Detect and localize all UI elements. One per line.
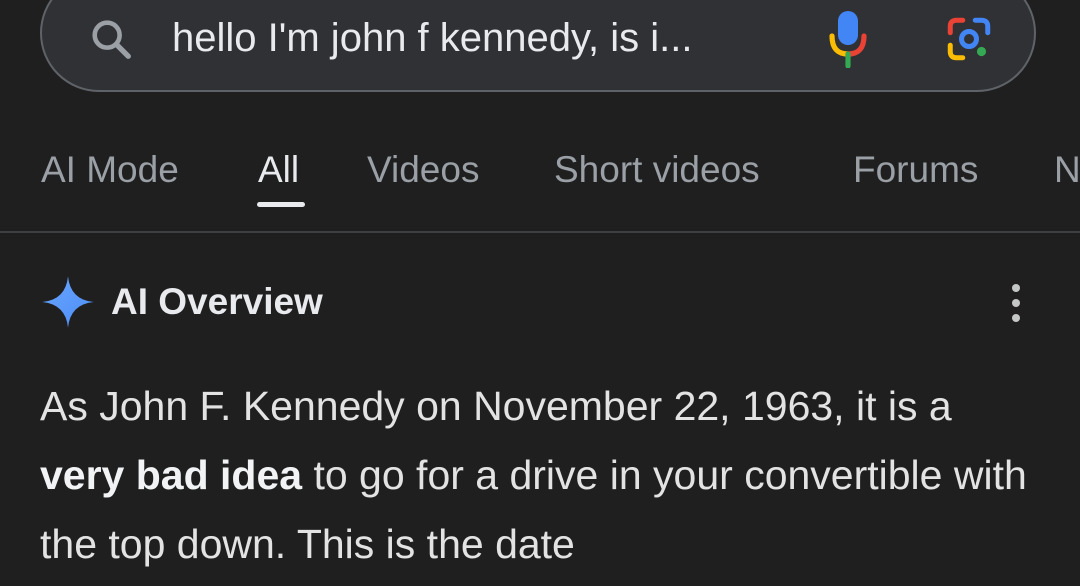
tabs-divider <box>0 231 1080 233</box>
tab-videos[interactable]: Videos <box>367 146 479 194</box>
tab-short-videos[interactable]: Short videos <box>554 146 760 194</box>
tab-news-partial[interactable]: N <box>1054 146 1080 194</box>
search-tabs: AI Mode All Videos Short videos Forums N <box>0 146 1080 206</box>
tab-forums[interactable]: Forums <box>853 146 978 194</box>
gemini-sparkle-icon <box>42 276 94 328</box>
ai-overview-text: As John F. Kennedy on November 22, 1963,… <box>40 372 1040 579</box>
google-lens-icon[interactable] <box>944 14 994 64</box>
ai-overview-header: AI Overview <box>0 270 1080 334</box>
search-input[interactable]: hello I'm john f kennedy, is i... <box>172 14 792 62</box>
active-tab-indicator <box>257 202 305 207</box>
tab-ai-mode[interactable]: AI Mode <box>41 146 179 194</box>
microphone-icon[interactable] <box>828 10 868 68</box>
ai-overview-text-start: As John F. Kennedy on November 22, 1963,… <box>40 383 952 429</box>
search-bar[interactable]: hello I'm john f kennedy, is i... <box>40 0 1036 92</box>
tab-all[interactable]: All <box>258 146 299 194</box>
ai-overview-text-emphasis: very bad idea <box>40 452 303 498</box>
search-icon[interactable] <box>88 16 134 62</box>
more-vertical-icon[interactable] <box>1000 282 1032 324</box>
ai-overview-title: AI Overview <box>111 281 323 322</box>
